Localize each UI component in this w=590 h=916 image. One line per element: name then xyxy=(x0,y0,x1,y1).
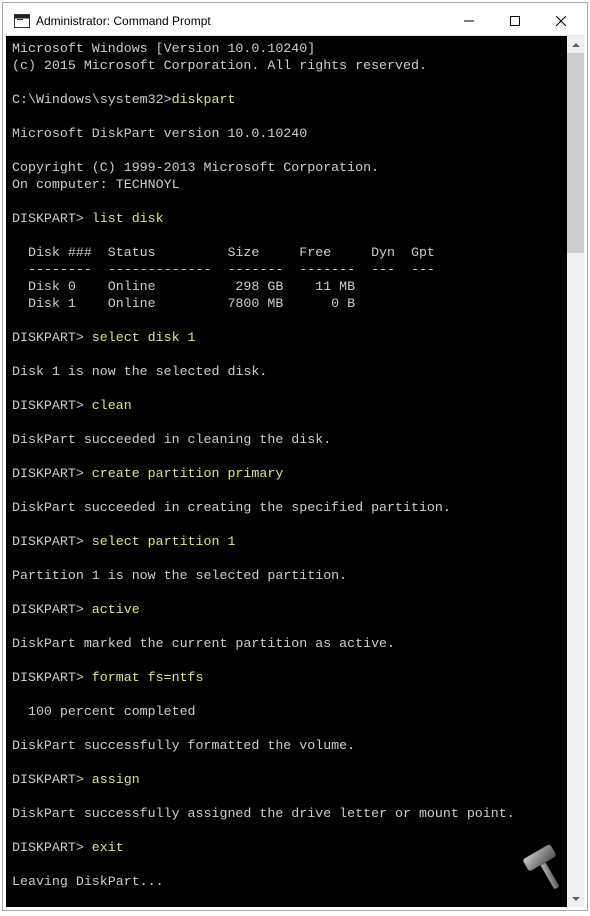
command: format fs=ntfs xyxy=(92,670,204,685)
close-button[interactable] xyxy=(538,6,584,36)
table-row: Disk 0 Online 298 GB 11 MB xyxy=(12,279,355,294)
text: On computer: TECHNOYL xyxy=(12,177,180,192)
text: DiskPart marked the current partition as… xyxy=(12,636,395,651)
prompt: DISKPART> xyxy=(12,772,92,787)
prompt: DISKPART> xyxy=(12,211,92,226)
prompt: DISKPART> xyxy=(12,466,92,481)
text: Leaving DiskPart... xyxy=(12,874,164,889)
command: exit xyxy=(92,840,124,855)
text: Copyright (C) 1999-2013 Microsoft Corpor… xyxy=(12,160,379,175)
text: Microsoft Windows [Version 10.0.10240] xyxy=(12,41,315,56)
prompt: DISKPART> xyxy=(12,840,92,855)
console-output[interactable]: Microsoft Windows [Version 10.0.10240] (… xyxy=(6,36,567,907)
text: (c) 2015 Microsoft Corporation. All righ… xyxy=(12,58,427,73)
prompt: DISKPART> xyxy=(12,670,92,685)
titlebar[interactable]: Administrator: Command Prompt xyxy=(6,6,584,36)
command: create partition primary xyxy=(92,466,284,481)
text: DiskPart succeeded in creating the speci… xyxy=(12,500,451,515)
prompt: DISKPART> xyxy=(12,602,92,617)
command: clean xyxy=(92,398,132,413)
window-frame: Administrator: Command Prompt Microsoft … xyxy=(3,3,587,910)
cmd-icon xyxy=(14,14,30,28)
window-controls xyxy=(446,6,584,35)
window-title: Administrator: Command Prompt xyxy=(36,14,446,28)
command: assign xyxy=(92,772,140,787)
command: diskpart xyxy=(172,92,236,107)
prompt: DISKPART> xyxy=(12,534,92,549)
table-header: Disk ### Status Size Free Dyn Gpt xyxy=(12,245,435,260)
text: Disk 1 is now the selected disk. xyxy=(12,364,267,379)
command: active xyxy=(92,602,140,617)
scroll-down-button[interactable] xyxy=(567,890,584,907)
prompt: C:\Windows\system32> xyxy=(12,92,172,107)
text: Partition 1 is now the selected partitio… xyxy=(12,568,347,583)
text: DiskPart successfully formatted the volu… xyxy=(12,738,355,753)
maximize-button[interactable] xyxy=(492,6,538,36)
prompt: DISKPART> xyxy=(12,398,92,413)
table-sep: -------- ------------- ------- ------- -… xyxy=(12,262,435,277)
text: DiskPart succeeded in cleaning the disk. xyxy=(12,432,331,447)
prompt: DISKPART> xyxy=(12,330,92,345)
scroll-thumb[interactable] xyxy=(567,53,584,253)
table-row: Disk 1 Online 7800 MB 0 B xyxy=(12,296,355,311)
minimize-button[interactable] xyxy=(446,6,492,36)
command: list disk xyxy=(92,211,164,226)
text: DiskPart successfully assigned the drive… xyxy=(12,806,515,821)
console-area: Microsoft Windows [Version 10.0.10240] (… xyxy=(6,36,584,907)
command: select disk 1 xyxy=(92,330,196,345)
text: 100 percent completed xyxy=(12,704,196,719)
scroll-track[interactable] xyxy=(567,53,584,890)
command: select partition 1 xyxy=(92,534,236,549)
scroll-up-button[interactable] xyxy=(567,36,584,53)
text: Microsoft DiskPart version 10.0.10240 xyxy=(12,126,307,141)
vertical-scrollbar[interactable] xyxy=(567,36,584,907)
